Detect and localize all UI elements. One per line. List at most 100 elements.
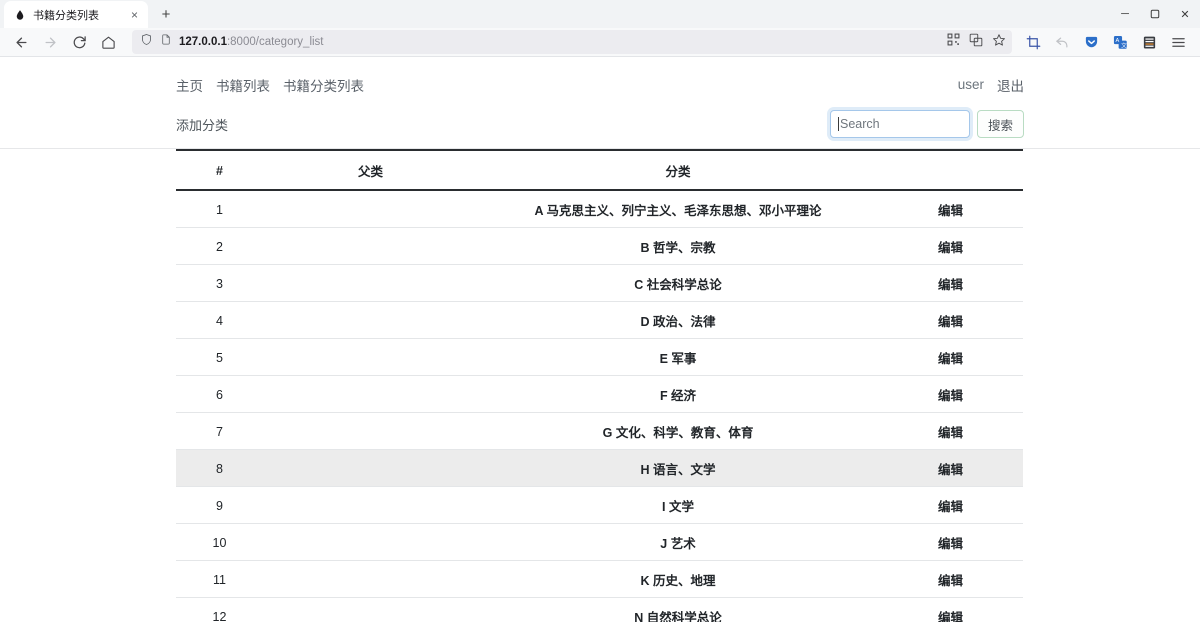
column-header-id: # [176, 149, 263, 191]
row-actions-cell: 编辑 [878, 523, 1023, 561]
row-parent-cell [263, 597, 478, 622]
url-text: 127.0.0.1:8000/category_list [179, 36, 324, 48]
shield-icon[interactable] [140, 33, 153, 51]
row-id-cell: 7 [176, 412, 263, 450]
undo-icon[interactable] [1049, 30, 1076, 55]
window-controls: ─ ✕ [1110, 0, 1200, 28]
row-category-cell: B 哲学、宗教 [478, 227, 878, 265]
nav-link-home[interactable]: 主页 [176, 75, 203, 95]
table-row[interactable]: 7 G 文化、科学、教育、体育 编辑 [176, 412, 1023, 450]
browser-chrome: 书籍分类列表 × + ─ ✕ 127.0.0.1:8000/category_l… [0, 0, 1200, 57]
back-icon[interactable] [8, 30, 35, 55]
new-tab-button[interactable]: + [155, 3, 177, 25]
site-navbar: 主页 书籍列表 书籍分类列表 user 退出 [0, 69, 1200, 100]
edit-link[interactable]: 编辑 [938, 426, 963, 440]
edit-link[interactable]: 编辑 [938, 204, 963, 218]
nav-link-book-list[interactable]: 书籍列表 [216, 75, 270, 95]
row-id-cell: 1 [176, 190, 263, 228]
screenshot-icon[interactable] [1020, 30, 1047, 55]
page-content: 主页 书籍列表 书籍分类列表 user 退出 添加分类 Search 搜索 # … [0, 69, 1200, 622]
row-category-cell: D 政治、法律 [478, 301, 878, 339]
edit-link[interactable]: 编辑 [938, 278, 963, 292]
edit-link[interactable]: 编辑 [938, 389, 963, 403]
edit-link[interactable]: 编辑 [938, 500, 963, 514]
table-row[interactable]: 12 N 自然科学总论 编辑 [176, 597, 1023, 622]
edit-link[interactable]: 编辑 [938, 352, 963, 366]
row-actions-cell: 编辑 [878, 338, 1023, 376]
row-parent-cell [263, 486, 478, 524]
translate-panel-icon[interactable]: A文 [1107, 30, 1134, 55]
minimize-icon[interactable]: ─ [1110, 0, 1140, 28]
table-row[interactable]: 10 J 艺术 编辑 [176, 523, 1023, 561]
nav-link-category-list[interactable]: 书籍分类列表 [283, 75, 364, 95]
table-header-row: # 父类 分类 [176, 149, 1023, 191]
row-parent-cell [263, 449, 478, 487]
forward-icon[interactable] [37, 30, 64, 55]
logout-link[interactable]: 退出 [997, 75, 1024, 95]
row-actions-cell: 编辑 [878, 264, 1023, 302]
action-bar: 添加分类 Search 搜索 [0, 100, 1200, 148]
navbar-user-area: user 退出 [958, 75, 1024, 95]
row-category-cell: J 艺术 [478, 523, 878, 561]
hamburger-menu-icon[interactable] [1165, 30, 1192, 55]
pocket-icon[interactable] [1078, 30, 1105, 55]
row-category-cell: F 经济 [478, 375, 878, 413]
category-table: # 父类 分类 1A 马克思主义、列宁主义、毛泽东思想、邓小平理论 编辑 2 B 哲学… [176, 149, 1023, 622]
address-bar[interactable]: 127.0.0.1:8000/category_list [132, 30, 1012, 54]
translate-icon[interactable] [969, 33, 983, 52]
row-parent-cell [263, 375, 478, 413]
search-placeholder: Search [839, 117, 880, 131]
row-id-cell: 11 [176, 560, 263, 598]
tab-strip: 书籍分类列表 × + ─ ✕ [0, 0, 1200, 28]
table-row[interactable]: 11 K 历史、地理 编辑 [176, 560, 1023, 598]
close-window-icon[interactable]: ✕ [1170, 0, 1200, 28]
maximize-icon[interactable] [1140, 0, 1170, 28]
table-row[interactable]: 3 C 社会科学总论 编辑 [176, 264, 1023, 302]
table-row[interactable]: 5 E 军事 编辑 [176, 338, 1023, 376]
row-category-cell: N 自然科学总论 [478, 597, 878, 622]
edit-link[interactable]: 编辑 [938, 241, 963, 255]
edit-link[interactable]: 编辑 [938, 537, 963, 551]
close-icon[interactable]: × [127, 7, 142, 22]
edit-link[interactable]: 编辑 [938, 574, 963, 588]
table-row[interactable]: 9 I 文学 编辑 [176, 486, 1023, 524]
row-parent-cell [263, 523, 478, 561]
add-category-link[interactable]: 添加分类 [176, 115, 228, 134]
droplet-icon [13, 8, 26, 21]
browser-tab[interactable]: 书籍分类列表 × [4, 1, 148, 28]
star-icon[interactable] [992, 33, 1006, 52]
edit-link[interactable]: 编辑 [938, 315, 963, 329]
row-parent-cell [263, 227, 478, 265]
table-row[interactable]: 8 H 语言、文学 编辑 [176, 449, 1023, 487]
browser-toolbar: 127.0.0.1:8000/category_list A 文 [0, 28, 1200, 57]
row-actions-cell: 编辑 [878, 375, 1023, 413]
row-id-cell: 3 [176, 264, 263, 302]
table-row[interactable]: 4 D 政治、法律 编辑 [176, 301, 1023, 339]
row-category-cell: C 社会科学总论 [478, 264, 878, 302]
page-icon [160, 33, 172, 51]
category-table-container: # 父类 分类 1A 马克思主义、列宁主义、毛泽东思想、邓小平理论 编辑 2 B 哲学… [0, 149, 1200, 622]
table-row[interactable]: 1 A 马克思主义、列宁主义、毛泽东思想、邓小平理论 编辑 [176, 190, 1023, 228]
row-id-cell: 10 [176, 523, 263, 561]
row-id-cell: 4 [176, 301, 263, 339]
reload-icon[interactable] [66, 30, 93, 55]
row-parent-cell [263, 412, 478, 450]
table-row[interactable]: 2 B 哲学、宗教 编辑 [176, 227, 1023, 265]
qr-code-icon[interactable] [947, 33, 960, 51]
edit-link[interactable]: 编辑 [938, 463, 963, 477]
reader-icon[interactable] [1136, 30, 1163, 55]
search-input[interactable]: Search [829, 110, 970, 138]
home-icon[interactable] [95, 30, 122, 55]
row-category-cell: K 历史、地理 [478, 560, 878, 598]
navbar-links: 主页 书籍列表 书籍分类列表 [176, 75, 364, 95]
row-id-cell: 5 [176, 338, 263, 376]
row-actions-cell: 编辑 [878, 227, 1023, 265]
table-row[interactable]: 6 F 经济 编辑 [176, 375, 1023, 413]
row-parent-cell [263, 264, 478, 302]
row-category-cell: A 马克思主义、列宁主义、毛泽东思想、邓小平理论 [478, 190, 878, 228]
search-button[interactable]: 搜索 [976, 110, 1024, 138]
row-category-cell: G 文化、科学、教育、体育 [478, 412, 878, 450]
row-id-cell: 8 [176, 449, 263, 487]
edit-link[interactable]: 编辑 [938, 611, 963, 622]
table-body: 1A 马克思主义、列宁主义、毛泽东思想、邓小平理论 编辑 2 B 哲学、宗教 编辑 3 C … [176, 190, 1023, 622]
